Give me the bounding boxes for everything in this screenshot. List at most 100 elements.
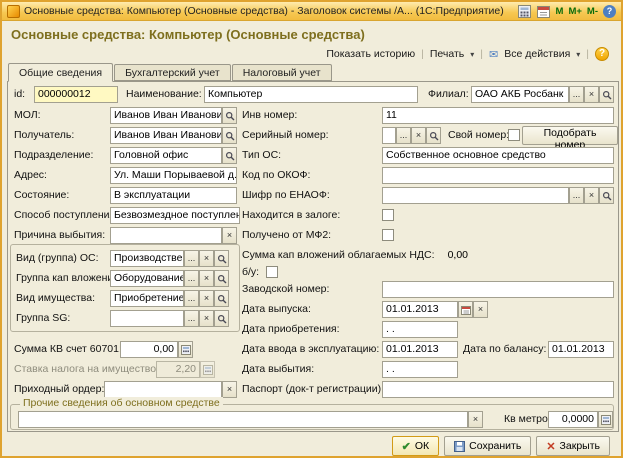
mail-icon[interactable]: ✉ [489, 48, 498, 61]
release-date-clear-button[interactable]: × [473, 301, 488, 318]
retirement-date-field[interactable]: . . [382, 361, 458, 378]
release-date-calendar-button[interactable] [458, 301, 473, 318]
tab-tax[interactable]: Налоговый учет [232, 64, 332, 81]
branch-choose-button[interactable]: ... [569, 86, 584, 103]
release-date-field[interactable]: 01.01.2013 [382, 301, 458, 318]
department-open-button[interactable] [222, 147, 237, 164]
own-number-label: Свой номер: [448, 127, 509, 144]
from-mf2-checkbox[interactable] [382, 229, 394, 241]
calendar-icon[interactable] [537, 4, 551, 18]
state-field[interactable]: В эксплуатации [110, 187, 237, 204]
release-date-label: Дата выпуска: [242, 301, 311, 318]
os-group-label: Вид (группа) ОС: [16, 250, 99, 267]
name-field[interactable]: Компьютер [204, 86, 418, 103]
titlebar-icons: M M+ M- ? [518, 4, 616, 18]
enaof-clear-button[interactable]: × [584, 187, 599, 204]
other-info-field[interactable] [18, 411, 468, 428]
id-label: id: [14, 86, 25, 103]
state-label: Состояние: [14, 187, 69, 204]
commissioning-date-field[interactable]: 01.01.2013 [382, 341, 458, 358]
mol-open-button[interactable] [222, 107, 237, 124]
serial-open-button[interactable] [426, 127, 441, 144]
sq-meters-field[interactable]: 0,0000 [548, 411, 598, 428]
retirement-reason-field[interactable] [110, 227, 222, 244]
separator: | [586, 48, 589, 60]
kv-sum-field[interactable]: 0,00 [120, 341, 178, 358]
sg-group-clear-button[interactable]: × [199, 310, 214, 327]
pledged-checkbox[interactable] [382, 209, 394, 221]
property-kind-field[interactable]: Приобретение основн [110, 290, 184, 307]
pick-number-button[interactable]: Подобрать номер [522, 126, 618, 145]
close-button[interactable]: ✕ Закрыть [536, 436, 610, 456]
sg-group-open-button[interactable] [214, 310, 229, 327]
branch-field[interactable]: ОАО АКБ Росбанк [471, 86, 569, 103]
save-button[interactable]: Сохранить [444, 436, 531, 456]
memory-minus-button[interactable]: M- [587, 6, 598, 17]
receipt-order-clear-button[interactable]: × [222, 381, 237, 398]
sq-meters-label: Кв метров [504, 411, 553, 428]
own-number-checkbox[interactable] [508, 129, 520, 141]
sg-group-field[interactable] [110, 310, 184, 327]
magnifier-icon [217, 254, 227, 264]
branch-open-button[interactable] [599, 86, 614, 103]
capex-group-open-button[interactable] [214, 270, 229, 287]
property-kind-choose-button[interactable]: ... [184, 290, 199, 307]
help-icon[interactable]: ? [595, 47, 609, 61]
enaof-code-field[interactable] [382, 187, 569, 204]
retirement-reason-clear-button[interactable]: × [222, 227, 237, 244]
chevron-down-icon[interactable]: ▾ [576, 50, 580, 59]
other-info-clear-button[interactable]: × [468, 411, 483, 428]
serial-number-field[interactable] [382, 127, 396, 144]
os-group-clear-button[interactable]: × [199, 250, 214, 267]
memory-plus-button[interactable]: M+ [568, 6, 581, 17]
capex-group-field[interactable]: Оборудование [110, 270, 184, 287]
all-actions-button[interactable]: Все действия [504, 48, 570, 60]
address-field[interactable]: Ул. Маши Порываевой д.34 [110, 167, 237, 184]
chevron-down-icon[interactable]: ▾ [470, 50, 474, 59]
capex-group-choose-button[interactable]: ... [184, 270, 199, 287]
department-field[interactable]: Головной офис [110, 147, 222, 164]
enaof-open-button[interactable] [599, 187, 614, 204]
mol-field[interactable]: Иванов Иван Иванович [110, 107, 222, 124]
branch-clear-button[interactable]: × [584, 86, 599, 103]
calculator-icon [601, 415, 611, 425]
property-kind-clear-button[interactable]: × [199, 290, 214, 307]
tab-general[interactable]: Общие сведения [8, 63, 113, 82]
serial-choose-button[interactable]: ... [396, 127, 411, 144]
property-kind-open-button[interactable] [214, 290, 229, 307]
okof-code-field[interactable] [382, 167, 614, 184]
os-type-field[interactable]: Собственное основное средство [382, 147, 614, 164]
property-tax-rate-calc-button [200, 361, 215, 378]
enaof-choose-button[interactable]: ... [569, 187, 584, 204]
capex-group-clear-button[interactable]: × [199, 270, 214, 287]
magnifier-icon [602, 90, 612, 100]
receiver-field[interactable]: Иванов Иван Иванович [110, 127, 222, 144]
kv-sum-calc-button[interactable] [178, 341, 193, 358]
passport-field[interactable] [382, 381, 614, 398]
calculator-icon[interactable] [518, 4, 532, 18]
factory-number-field[interactable] [382, 281, 614, 298]
print-button[interactable]: Печать [430, 48, 464, 60]
inventory-number-field[interactable]: 11 [382, 107, 614, 124]
serial-number-label: Серийный номер: [242, 127, 329, 144]
sg-group-choose-button[interactable]: ... [184, 310, 199, 327]
ok-button[interactable]: ✔ ОК [392, 436, 440, 456]
receipt-method-label: Способ поступления: [14, 207, 118, 224]
help-icon[interactable]: ? [603, 5, 616, 18]
balance-date-field[interactable]: 01.01.2013 [548, 341, 614, 358]
os-group-field[interactable]: Производственный и х [110, 250, 184, 267]
os-group-open-button[interactable] [214, 250, 229, 267]
show-history-button[interactable]: Показать историю [326, 48, 415, 60]
id-field[interactable]: 000000012 [34, 86, 118, 103]
sq-meters-calc-button[interactable] [598, 411, 613, 428]
serial-clear-button[interactable]: × [411, 127, 426, 144]
purchase-date-field[interactable]: . . [382, 321, 458, 338]
receipt-method-field[interactable]: Безвозмездное поступление [110, 207, 240, 224]
tab-accounting[interactable]: Бухгалтерский учет [114, 64, 231, 81]
memory-button-m[interactable]: M [556, 6, 564, 17]
receipt-order-field[interactable] [104, 381, 222, 398]
os-group-choose-button[interactable]: ... [184, 250, 199, 267]
receiver-open-button[interactable] [222, 127, 237, 144]
used-checkbox[interactable] [266, 266, 278, 278]
receiver-label: Получатель: [14, 127, 74, 144]
